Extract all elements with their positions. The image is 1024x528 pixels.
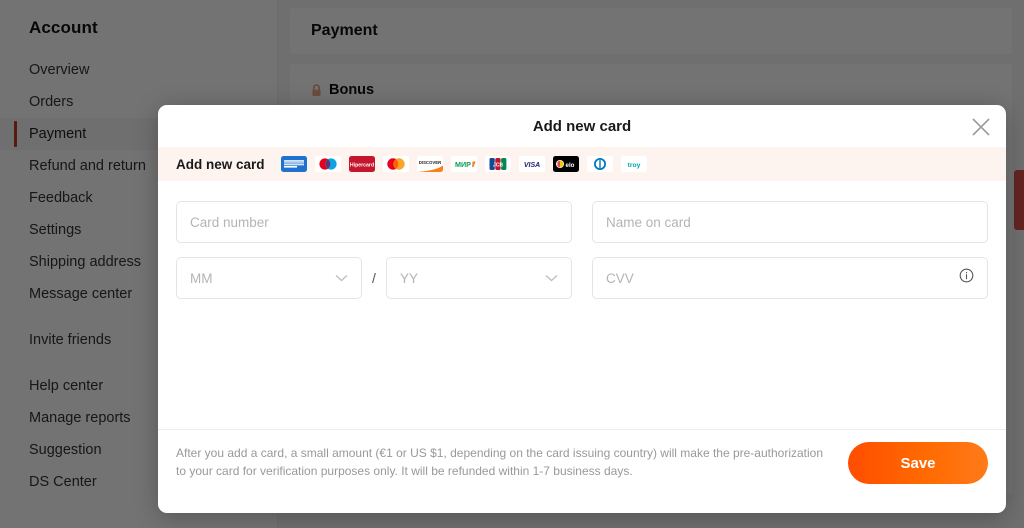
brand-discover-icon: DISCOVER [416,156,443,172]
chevron-down-icon [335,269,348,287]
expiry-month-placeholder: MM [190,270,213,286]
card-number-col: Card number [176,201,572,243]
expiry-year-placeholder: YY [399,270,418,286]
svg-text:JCB: JCB [493,163,503,169]
brand-visa-icon: VISA [518,156,545,172]
svg-text:VISA: VISA [523,162,539,169]
expiry-month-select[interactable]: MM [176,257,363,299]
form-row-2: MM / YY CVV [176,257,988,299]
modal-footer: After you add a card, a small amount (€1… [158,429,1006,513]
close-icon[interactable] [970,116,992,138]
modal-header: Add new card [158,105,1006,147]
brand-mir-icon: МИР [450,156,477,172]
svg-text:troy: troy [627,162,640,169]
brand-troy-icon: troy [620,156,647,172]
cvv-placeholder: CVV [606,270,634,286]
card-number-input[interactable]: Card number [176,201,572,243]
expiry-col: MM / YY [176,257,572,299]
date-separator: / [372,270,376,286]
page-root: Account OverviewOrdersPaymentRefund and … [0,0,1024,528]
card-number-placeholder: Card number [190,214,269,230]
brand-hipercard-icon: Hipercard [348,156,375,172]
brand-elo-icon: elo [552,156,579,172]
form-row-1: Card number Name on card [176,201,988,243]
info-icon[interactable] [959,268,974,288]
svg-text:МИР: МИР [455,160,471,169]
expiry-year-select[interactable]: YY [385,257,572,299]
brand-diners-club-icon [586,156,613,172]
brand-jcb-icon: JCB [484,156,511,172]
cvv-col: CVV [592,257,988,299]
brand-american-express-icon [280,156,307,172]
add-new-card-modal: Add new card Add new card Hipercard DISC… [158,105,1006,513]
card-brands-band: Add new card Hipercard DISCOVER МИР JCB [158,147,1006,181]
svg-text:elo: elo [565,162,574,169]
band-label: Add new card [176,156,265,172]
name-on-card-col: Name on card [592,201,988,243]
modal-title: Add new card [532,117,632,135]
footer-note: After you add a card, a small amount (€1… [176,446,824,478]
chevron-down-icon [545,269,558,287]
brand-maestro-icon [314,156,341,172]
cvv-input[interactable]: CVV [592,257,988,299]
save-button[interactable]: Save [848,442,988,484]
svg-text:Hipercard: Hipercard [349,162,373,168]
expiry-date-group: MM / YY [176,257,572,299]
brand-mastercard-icon [382,156,409,172]
card-form: Card number Name on card MM / YY CVV [158,181,1006,429]
name-on-card-input[interactable]: Name on card [592,201,988,243]
name-on-card-placeholder: Name on card [606,214,691,230]
svg-text:DISCOVER: DISCOVER [418,160,441,165]
